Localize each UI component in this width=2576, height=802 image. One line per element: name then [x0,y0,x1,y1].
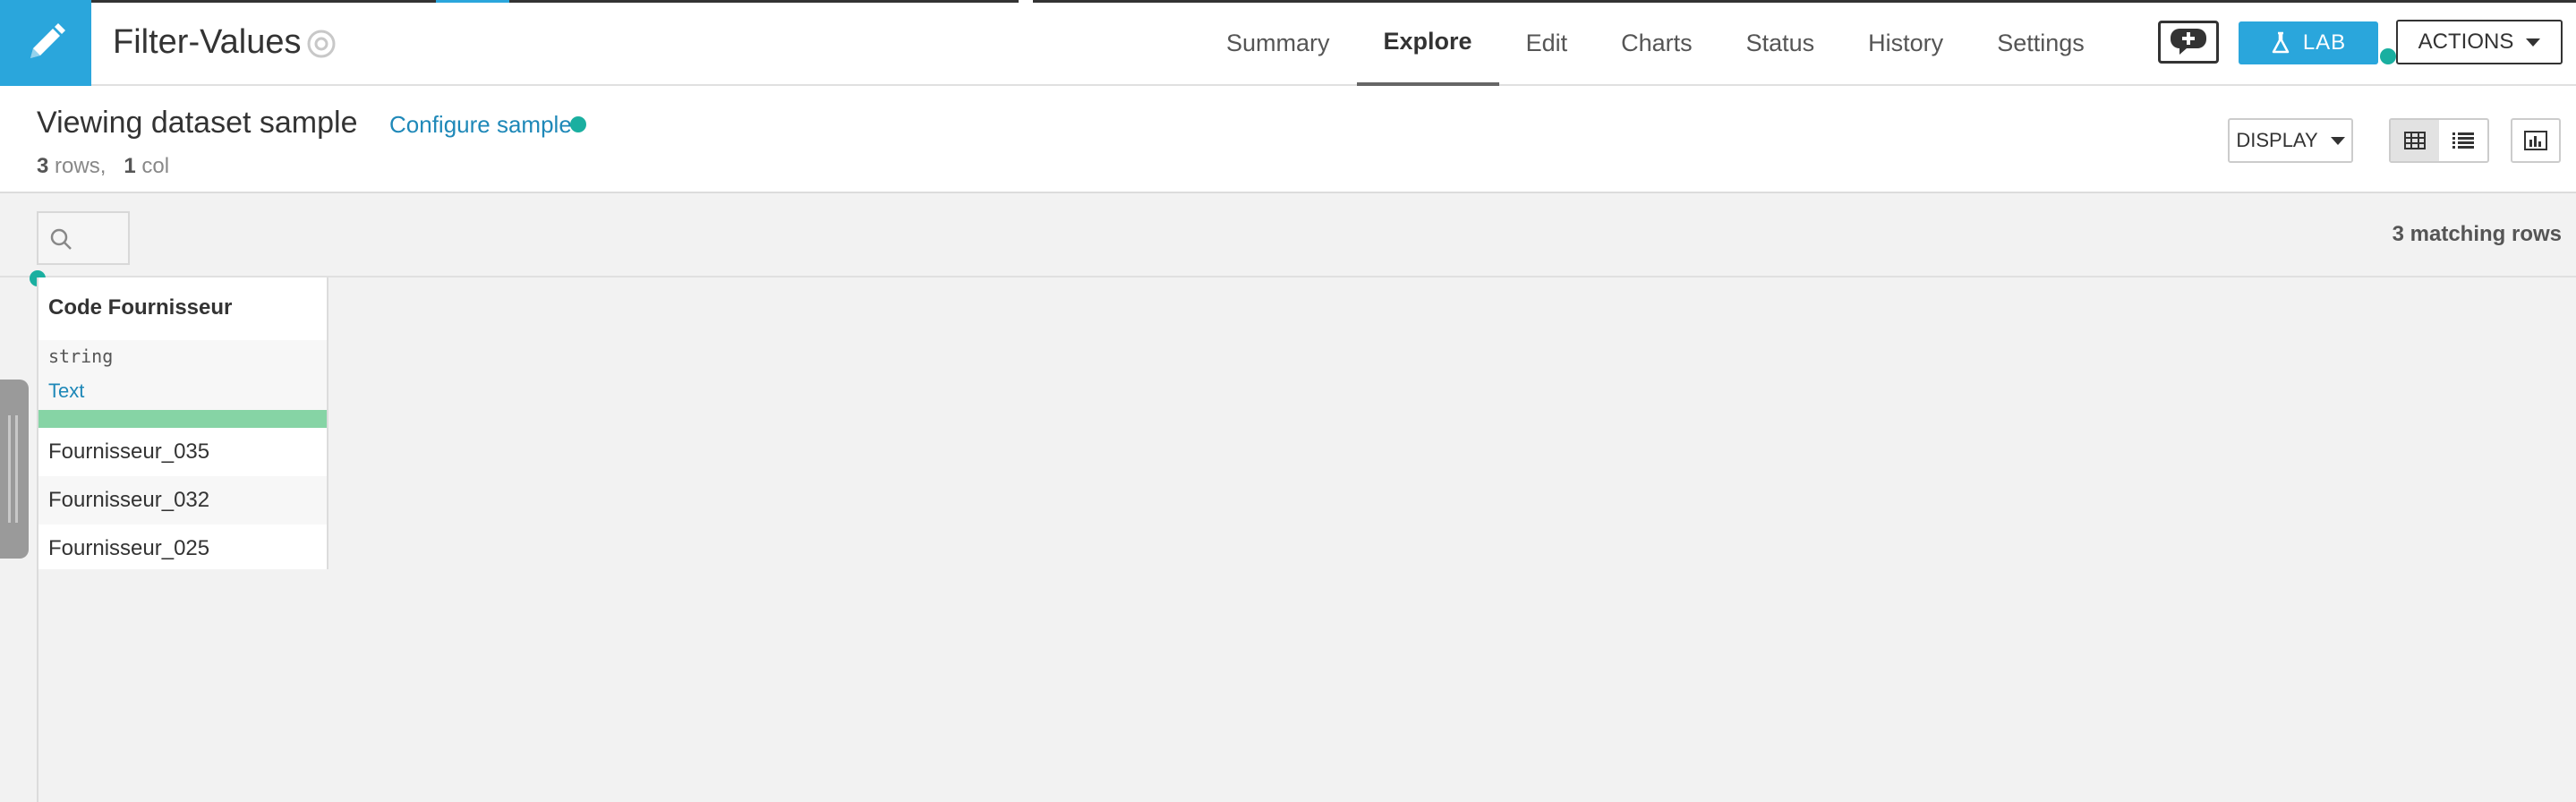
column-validity-bar[interactable] [38,410,327,428]
search-input[interactable] [37,211,130,265]
tab-summary[interactable]: Summary [1199,0,1357,86]
discussions-button[interactable] [2158,21,2219,64]
table-view-button[interactable] [2391,120,2439,161]
view-mode-toggle [2389,118,2489,163]
actions-dropdown[interactable]: ACTIONS [2396,20,2563,64]
tab-history[interactable]: History [1841,0,1970,86]
tab-charts[interactable]: Charts [1594,0,1719,86]
table-cell[interactable]: Fournisseur_035 [38,428,327,476]
sample-header: Viewing dataset sample Configure sample … [0,86,2576,193]
rows-label: rows, [55,154,107,178]
top-progress-gap [1019,0,1033,3]
charts-panel-button[interactable] [2511,118,2561,163]
top-navbar: Filter-Values Summary Explore Edit Chart… [0,0,2576,86]
sample-counts: 3 rows, 1 col [37,154,169,179]
actions-label: ACTIONS [2418,30,2514,54]
pencil-icon [30,23,65,58]
grip-line [15,415,18,523]
page-title: Viewing dataset sample [37,106,358,140]
list-icon [2452,132,2474,149]
column-header[interactable]: Code Fournisseur [48,295,232,320]
tab-status[interactable]: Status [1719,0,1842,86]
dataset-name[interactable]: Filter-Values [113,23,301,62]
bar-chart-icon [2524,131,2547,150]
lab-label: LAB [2302,30,2347,55]
list-view-button[interactable] [2439,120,2487,161]
rows-count: 3 [37,154,49,178]
table-cell[interactable]: Fournisseur_032 [38,476,327,525]
grid-icon [2404,132,2426,149]
chat-add-icon [2171,29,2206,55]
data-column: Code Fournisseur string Text Fournisseur… [38,277,328,569]
chevron-down-icon [2526,38,2541,47]
tab-edit[interactable]: Edit [1499,0,1595,86]
main-nav-tabs: Summary Explore Edit Charts Status Histo… [1199,0,2111,86]
flask-icon [2272,31,2290,54]
cols-label: col [141,154,170,178]
matching-rows-count: 3 matching rows [2392,222,2562,246]
column-meaning[interactable]: Text [48,380,84,403]
cols-count: 1 [124,154,136,178]
tab-explore[interactable]: Explore [1356,0,1499,86]
configure-sample-link[interactable]: Configure sample [389,111,572,139]
hint-dot[interactable] [2380,48,2396,64]
top-progress-segment [436,0,509,3]
compass-icon[interactable] [306,29,337,59]
search-icon [50,228,72,250]
filter-bar: 3 matching rows [0,193,2576,277]
side-panel-handle[interactable] [0,380,29,559]
table-cell[interactable]: Fournisseur_025 [38,525,327,573]
chevron-down-icon [2330,136,2345,145]
grip-line [8,415,11,523]
column-storage-type: string [48,346,114,367]
lab-button[interactable]: LAB [2239,21,2378,64]
tab-settings[interactable]: Settings [1970,0,2111,86]
dataset-type-tile[interactable] [0,0,91,86]
display-dropdown[interactable]: DISPLAY [2228,118,2353,163]
hint-dot[interactable] [570,116,586,132]
display-label: DISPLAY [2236,129,2318,151]
